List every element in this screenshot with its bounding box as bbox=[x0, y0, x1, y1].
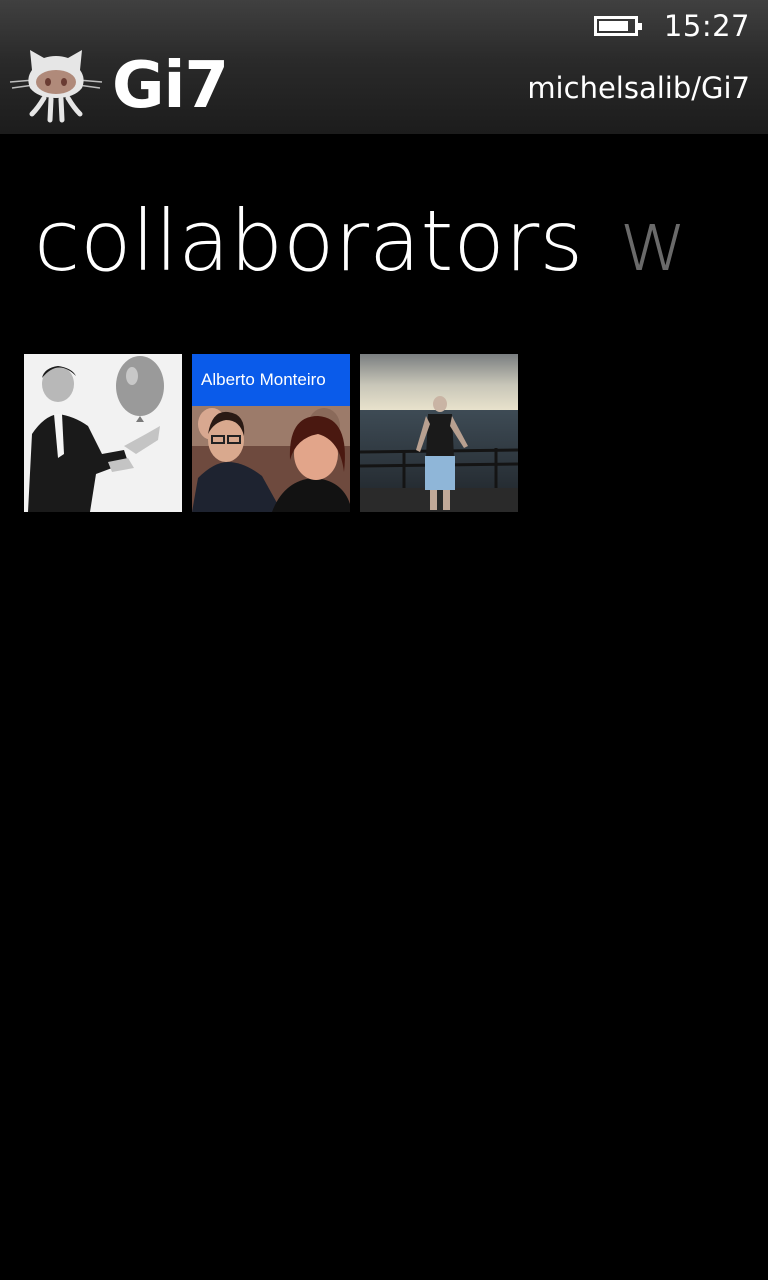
avatar bbox=[24, 354, 182, 512]
pivot-header: collaborators w bbox=[34, 186, 768, 296]
battery-level bbox=[598, 21, 628, 31]
clock: 15:27 bbox=[663, 9, 750, 43]
pivot-tab-next[interactable]: w bbox=[619, 192, 688, 290]
collaborator-tile[interactable]: Alberto Monteiro bbox=[192, 354, 350, 512]
collaborator-tile[interactable] bbox=[360, 354, 518, 512]
app-title: Gi7 bbox=[112, 49, 229, 123]
repo-name: michelsalib/Gi7 bbox=[527, 71, 750, 105]
app-header: 15:27 Gi7 michelsalib/Gi7 bbox=[0, 0, 768, 134]
collaborator-grid: Alberto Monteiro bbox=[24, 354, 518, 512]
collaborator-tile[interactable] bbox=[24, 354, 182, 512]
battery-icon bbox=[593, 16, 642, 36]
avatar bbox=[360, 354, 518, 512]
pivot-tab-collaborators[interactable]: collaborators bbox=[34, 192, 583, 290]
collaborator-name: Alberto Monteiro bbox=[192, 354, 350, 406]
octocat-icon bbox=[9, 50, 103, 123]
status-bar: 15:27 bbox=[593, 6, 750, 46]
